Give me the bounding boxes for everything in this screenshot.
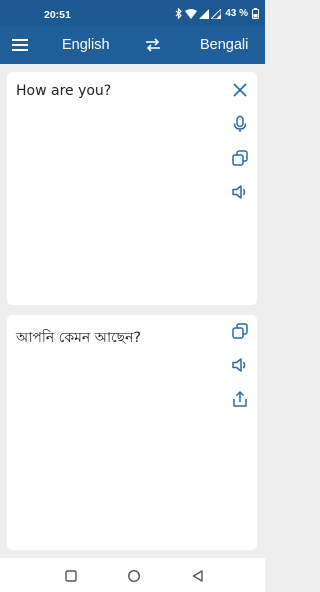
output-card: আপনি কেমন আছেন? [7, 315, 257, 550]
battery-icon [252, 8, 259, 19]
swap-icon[interactable] [143, 35, 163, 55]
copy-icon[interactable] [231, 322, 249, 340]
microphone-icon[interactable] [231, 115, 249, 133]
input-text[interactable]: How are you? [16, 83, 216, 99]
speaker-icon[interactable] [231, 183, 249, 201]
source-language-button[interactable]: English [62, 37, 110, 53]
recents-icon[interactable] [64, 568, 78, 582]
back-icon[interactable] [191, 568, 205, 582]
signal-icon [211, 8, 222, 19]
bluetooth-icon [175, 8, 183, 19]
share-icon[interactable] [231, 390, 249, 408]
output-text: আপনি কেমন আছেন? [16, 330, 141, 346]
signal-icon [199, 8, 210, 19]
navigation-bar [0, 558, 265, 592]
copy-icon[interactable] [231, 149, 249, 167]
menu-icon[interactable] [10, 35, 32, 55]
status-bar: 20:51 43 % [0, 0, 265, 26]
input-card: How are you? [7, 72, 257, 305]
target-language-button[interactable]: Bengali [200, 37, 248, 53]
speaker-icon[interactable] [231, 356, 249, 374]
close-icon[interactable] [231, 81, 249, 99]
wifi-icon [185, 8, 198, 19]
status-icons: 43 % [175, 7, 259, 20]
home-icon[interactable] [127, 568, 141, 583]
status-time: 20:51 [44, 9, 71, 21]
battery-percent: 43 % [225, 8, 248, 19]
app-bar: English Bengali [0, 26, 265, 64]
